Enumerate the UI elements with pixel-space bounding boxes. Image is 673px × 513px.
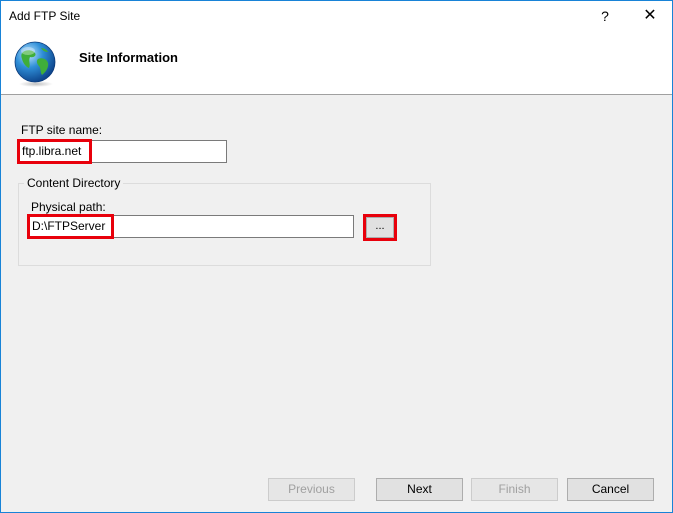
physical-path-label: Physical path: xyxy=(31,200,106,214)
globe-icon xyxy=(14,41,56,87)
finish-button[interactable]: Finish xyxy=(471,478,558,501)
page-title: Site Information xyxy=(79,50,178,65)
site-name-input[interactable]: ftp.libra.net xyxy=(18,140,227,163)
next-button[interactable]: Next xyxy=(376,478,463,501)
add-ftp-site-dialog: Add FTP Site ? ✕ Site Information FTP si… xyxy=(0,0,673,513)
close-button[interactable]: ✕ xyxy=(628,1,672,31)
cancel-button[interactable]: Cancel xyxy=(567,478,654,501)
physical-path-input[interactable]: D:\FTPServer xyxy=(28,215,354,238)
wizard-header: Site Information xyxy=(1,31,672,95)
previous-button[interactable]: Previous xyxy=(268,478,355,501)
help-button[interactable]: ? xyxy=(583,1,627,31)
site-name-label: FTP site name: xyxy=(21,123,103,137)
title-bar: Add FTP Site ? ✕ xyxy=(1,1,672,31)
browse-button[interactable]: ... xyxy=(366,217,394,238)
content-directory-label: Content Directory xyxy=(24,176,124,190)
window-title: Add FTP Site xyxy=(9,9,81,23)
